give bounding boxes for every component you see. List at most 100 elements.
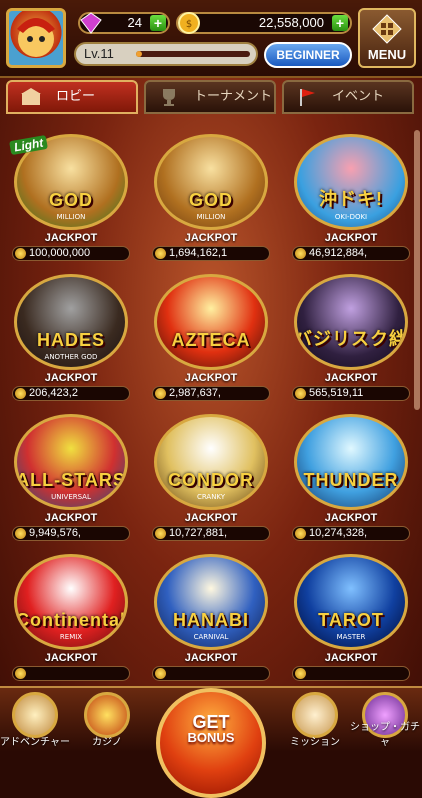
game-title: Continental xyxy=(16,610,126,630)
jackpot-value: 46,912,884, xyxy=(292,246,410,261)
scrollbar[interactable] xyxy=(414,130,420,410)
menu-button[interactable]: MENU xyxy=(358,8,416,68)
game-logo: バジリスク絆 xyxy=(294,274,408,370)
tab-lobby[interactable]: ロビー xyxy=(6,80,138,114)
game-logo: THUNDER xyxy=(294,414,408,510)
game-logo: Continental REMIX xyxy=(14,554,128,650)
jackpot-amount: 565,519,11 xyxy=(309,387,364,399)
game-logo: AZTECA xyxy=(154,274,268,370)
nav-adventure[interactable]: アドベンチャー xyxy=(0,690,70,750)
jackpot-value: 206,423,2 xyxy=(12,386,130,401)
nav-shop-label: ショップ・ガチャ xyxy=(350,722,420,748)
jackpot-value: 9,949,576, xyxy=(12,526,130,541)
game-tile[interactable]: TAROT MASTER JACKPOT xyxy=(286,544,410,681)
game-subtitle: UNIVERSAL xyxy=(51,493,91,501)
game-logo: CONDOR CRANKY xyxy=(154,414,268,510)
game-subtitle: MILLION xyxy=(196,213,226,221)
get-bonus-line2: BONUS xyxy=(187,730,235,745)
jackpot-amount: 10,727,881, xyxy=(169,527,228,539)
tab-tournament[interactable]: トーナメント xyxy=(144,80,276,114)
game-title: CONDOR xyxy=(168,470,254,490)
nav-casino[interactable]: カジノ xyxy=(72,690,142,750)
flag-icon xyxy=(300,89,315,106)
game-logo: GOD MILLION xyxy=(154,134,268,230)
game-title: GOD xyxy=(188,190,233,210)
add-gems-button[interactable]: + xyxy=(150,15,166,31)
gem-count: 24 xyxy=(127,15,142,30)
coin-icon xyxy=(155,248,166,259)
game-tile[interactable]: ALL-STARS UNIVERSAL JACKPOT 9,949,576, xyxy=(6,404,136,541)
tab-event-label: イベント xyxy=(332,89,385,104)
jackpot-label: JACKPOT xyxy=(44,372,98,384)
game-subtitle: CRANKY xyxy=(196,493,226,501)
gem-icon xyxy=(80,12,102,34)
game-title: 沖ドキ! xyxy=(319,189,383,209)
svg-text:$: $ xyxy=(186,19,192,30)
game-subtitle: ANOTHER GOD xyxy=(44,353,98,361)
game-subtitle: MASTER xyxy=(336,633,366,641)
level-progress-fill xyxy=(136,51,142,57)
coin-counter: $ 22,558,000 + xyxy=(176,12,352,34)
jackpot-value xyxy=(292,666,410,681)
game-tile[interactable]: 沖ドキ! OKI-DOKI JACKPOT 46,912,884, xyxy=(286,124,410,261)
nav-mission-label: ミッション xyxy=(290,737,340,748)
game-title: GOD xyxy=(48,190,93,210)
nav-mission[interactable]: ミッション xyxy=(280,690,350,750)
tab-event[interactable]: イベント xyxy=(282,80,414,114)
get-bonus-button[interactable]: GET BONUS xyxy=(148,684,274,798)
coin-icon xyxy=(155,388,166,399)
game-tile[interactable]: GOD MILLION JACKPOT 1,694,162,1 xyxy=(146,124,276,261)
coin-icon xyxy=(155,668,166,679)
coin-icon xyxy=(15,668,26,679)
game-tile[interactable]: THUNDER JACKPOT 10,274,328, xyxy=(286,404,410,541)
jackpot-amount: 100,000,000 xyxy=(29,247,91,259)
jackpot-value: 10,727,881, xyxy=(152,526,270,541)
game-tile[interactable]: バジリスク絆 JACKPOT 565,519,11 xyxy=(286,264,410,401)
status-bar: 24 + $ 22,558,000 + Lv.11 BEGINNER MENU xyxy=(0,0,422,78)
coin-icon xyxy=(295,248,306,259)
game-tile[interactable]: GOD MILLION Light JACKPOT 100,000,000 xyxy=(6,124,136,261)
jackpot-value: 1,694,162,1 xyxy=(152,246,270,261)
jackpot-label: JACKPOT xyxy=(44,232,98,244)
add-coins-button[interactable]: + xyxy=(332,15,348,31)
coin-icon xyxy=(15,248,26,259)
game-logo: HANABI CARNIVAL xyxy=(154,554,268,650)
game-tile[interactable]: HANABI CARNIVAL JACKPOT xyxy=(146,544,276,681)
lobby-tabs: ロビー トーナメント イベント xyxy=(0,80,422,114)
slot-machine-icon xyxy=(84,692,130,738)
nav-shop[interactable]: ショップ・ガチャ xyxy=(350,690,420,750)
jackpot-label: JACKPOT xyxy=(184,232,238,244)
jackpot-label: JACKPOT xyxy=(324,232,378,244)
rank-button[interactable]: BEGINNER xyxy=(264,42,352,68)
jackpot-value: 2,987,637, xyxy=(152,386,270,401)
trophy-icon xyxy=(163,89,175,106)
player-avatar[interactable] xyxy=(6,8,66,68)
avatar-icon xyxy=(17,18,55,57)
jackpot-amount: 10,274,328, xyxy=(309,527,368,539)
coin-count: 22,558,000 xyxy=(258,15,324,30)
jackpot-value xyxy=(12,666,130,681)
game-tile[interactable]: CONDOR CRANKY JACKPOT 10,727,881, xyxy=(146,404,276,541)
coin-icon: $ xyxy=(178,12,200,34)
game-logo: TAROT MASTER xyxy=(294,554,408,650)
game-tile[interactable]: Continental REMIX JACKPOT xyxy=(6,544,136,681)
jackpot-label: JACKPOT xyxy=(184,372,238,384)
coin-icon xyxy=(295,528,306,539)
game-tile[interactable]: AZTECA JACKPOT 2,987,637, xyxy=(146,264,276,401)
menu-label: MENU xyxy=(367,47,407,62)
coin-icon xyxy=(295,388,306,399)
game-tile[interactable]: HADES ANOTHER GOD JACKPOT 206,423,2 xyxy=(6,264,136,401)
coin-icon xyxy=(15,528,26,539)
game-title: バジリスク絆 xyxy=(294,329,408,349)
jackpot-label: JACKPOT xyxy=(324,372,378,384)
jackpot-amount: 206,423,2 xyxy=(29,387,78,399)
game-title: THUNDER xyxy=(303,470,399,490)
jackpot-amount: 1,694,162,1 xyxy=(169,247,228,259)
nav-adventure-label: アドベンチャー xyxy=(0,737,70,748)
jackpot-value: 100,000,000 xyxy=(12,246,130,261)
game-title: HADES xyxy=(36,330,105,350)
jackpot-amount: 2,987,637, xyxy=(169,387,221,399)
compass-icon xyxy=(12,692,58,738)
gem-counter: 24 + xyxy=(78,12,170,34)
lobby-icon xyxy=(21,88,41,105)
